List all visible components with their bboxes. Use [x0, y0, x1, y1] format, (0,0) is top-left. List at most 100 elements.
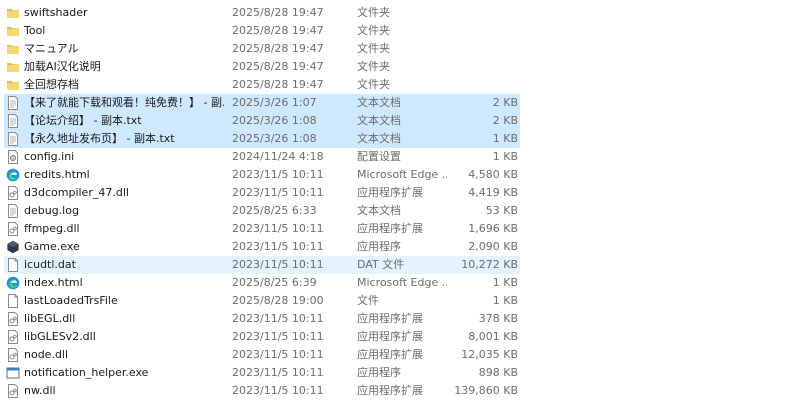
file-size: 2,090 KB: [468, 240, 518, 253]
file-name: 【来了就能下载和观看！纯免费！】 - 副...: [24, 96, 224, 109]
text-file-icon: [6, 132, 20, 146]
file-row[interactable]: Tool 2025/8/28 19:47 文件夹: [0, 22, 800, 40]
file-size: 8,001 KB: [468, 330, 518, 343]
file-name: swiftshader: [24, 6, 88, 19]
file-name: 【论坛介绍】 - 副本.txt: [24, 114, 142, 127]
file-row[interactable]: ffmpeg.dll 2023/11/5 10:11 应用程序扩展 1,696 KB: [0, 220, 800, 238]
file-type: 应用程序扩展: [357, 222, 423, 235]
file-size: 4,580 KB: [468, 168, 518, 181]
file-date-modified: 2025/8/28 19:47: [232, 24, 324, 37]
file-row[interactable]: Game.exe 2023/11/5 10:11 应用程序 2,090 KB: [0, 238, 800, 256]
file-row[interactable]: 【来了就能下载和观看！纯免费！】 - 副... 2025/3/26 1:07 文本文…: [0, 94, 800, 112]
dll-file-icon: [6, 186, 20, 200]
file-row[interactable]: libEGL.dll 2023/11/5 10:11 应用程序扩展 378 KB: [0, 310, 800, 328]
file-row[interactable]: 【论坛介绍】 - 副本.txt 2025/3/26 1:08 文本文档 2 KB: [0, 112, 800, 130]
file-name: lastLoadedTrsFile: [24, 294, 118, 307]
file-size: [450, 58, 518, 76]
file-row[interactable]: マニュアル 2025/8/28 19:47 文件夹: [0, 40, 800, 58]
edge-icon: [6, 168, 20, 182]
file-row[interactable]: debug.log 2025/8/25 6:33 文本文档 53 KB: [0, 202, 800, 220]
file-row[interactable]: nw.dll 2023/11/5 10:11 应用程序扩展 139,860 KB: [0, 382, 800, 400]
file-size: 139,860 KB: [454, 384, 518, 397]
file-row[interactable]: 加载AI汉化说明 2025/8/28 19:47 文件夹: [0, 58, 800, 76]
file-type: 文件夹: [357, 60, 390, 73]
file-date-modified: 2023/11/5 10:11: [232, 348, 324, 361]
file-date-modified: 2025/8/28 19:00: [232, 294, 324, 307]
file-type: 应用程序: [357, 366, 401, 379]
file-date-modified: 2025/3/26 1:08: [232, 114, 317, 127]
file-name: config.ini: [24, 150, 75, 163]
file-date-modified: 2025/8/25 6:33: [232, 204, 317, 217]
file-name: 【永久地址发布页】 - 副本.txt: [24, 132, 175, 145]
file-icon: [6, 258, 20, 272]
file-row[interactable]: d3dcompiler_47.dll 2023/11/5 10:11 应用程序扩展 4…: [0, 184, 800, 202]
file-date-modified: 2025/3/26 1:07: [232, 96, 317, 109]
file-name: nw.dll: [24, 384, 56, 397]
file-list: swiftshader 2025/8/28 19:47 文件夹 Tool 2025/8/…: [0, 4, 800, 400]
file-date-modified: 2023/11/5 10:11: [232, 186, 324, 199]
file-name: Tool: [24, 24, 46, 37]
file-row[interactable]: credits.html 2023/11/5 10:11 Microsoft Edg…: [0, 166, 800, 184]
file-date-modified: 2025/8/28 19:47: [232, 60, 324, 73]
dll-file-icon: [6, 312, 20, 326]
file-type: 应用程序扩展: [357, 186, 423, 199]
file-name: 加载AI汉化说明: [24, 60, 101, 73]
file-size: 2 KB: [492, 96, 518, 109]
file-name: icudtl.dat: [24, 258, 76, 271]
file-type: 应用程序: [357, 240, 401, 253]
file-name: Game.exe: [24, 240, 80, 253]
file-size: [450, 40, 518, 58]
file-type: 文件夹: [357, 42, 390, 55]
file-size: 4,419 KB: [468, 186, 518, 199]
text-file-icon: [6, 114, 20, 128]
text-file-icon: [6, 96, 20, 110]
folder-icon: [6, 42, 20, 56]
file-size: 1 KB: [492, 294, 518, 307]
file-date-modified: 2023/11/5 10:11: [232, 222, 324, 235]
file-type: 文本文档: [357, 114, 401, 127]
file-date-modified: 2023/11/5 10:11: [232, 240, 324, 253]
file-row[interactable]: index.html 2025/8/25 6:39 Microsoft Edge .…: [0, 274, 800, 292]
file-date-modified: 2023/11/5 10:11: [232, 384, 324, 397]
file-date-modified: 2023/11/5 10:11: [232, 258, 324, 271]
file-type: Microsoft Edge ...: [357, 168, 447, 181]
file-name: libGLESv2.dll: [24, 330, 96, 343]
folder-icon: [6, 60, 20, 74]
text-file-icon: [6, 204, 20, 218]
dll-file-icon: [6, 222, 20, 236]
file-row[interactable]: icudtl.dat 2023/11/5 10:11 DAT 文件 10,272 KB: [0, 256, 800, 274]
file-name: d3dcompiler_47.dll: [24, 186, 129, 199]
file-row[interactable]: notification_helper.exe 2023/11/5 10:11 应用…: [0, 364, 800, 382]
file-type: 文件夹: [357, 78, 390, 91]
file-type: Microsoft Edge ...: [357, 276, 447, 289]
file-name: index.html: [24, 276, 83, 289]
file-type: 文件: [357, 294, 379, 307]
file-type: 应用程序扩展: [357, 330, 423, 343]
game-exe-icon: [6, 240, 20, 254]
file-row[interactable]: swiftshader 2025/8/28 19:47 文件夹: [0, 4, 800, 22]
config-file-icon: [6, 150, 20, 164]
file-name: credits.html: [24, 168, 90, 181]
file-type: 应用程序扩展: [357, 348, 423, 361]
file-size: 2 KB: [492, 114, 518, 127]
file-date-modified: 2023/11/5 10:11: [232, 330, 324, 343]
file-size: [450, 76, 518, 94]
file-size: 1 KB: [492, 276, 518, 289]
file-date-modified: 2023/11/5 10:11: [232, 312, 324, 325]
dll-file-icon: [6, 330, 20, 344]
file-date-modified: 2025/8/28 19:47: [232, 42, 324, 55]
file-date-modified: 2023/11/5 10:11: [232, 366, 324, 379]
file-row[interactable]: 全回想存档 2025/8/28 19:47 文件夹: [0, 76, 800, 94]
folder-icon: [6, 78, 20, 92]
file-row[interactable]: 【永久地址发布页】 - 副本.txt 2025/3/26 1:08 文本文档 1 KB: [0, 130, 800, 148]
folder-icon: [6, 6, 20, 20]
file-row[interactable]: config.ini 2024/11/24 4:18 配置设置 1 KB: [0, 148, 800, 166]
file-type: 应用程序扩展: [357, 312, 423, 325]
file-row[interactable]: node.dll 2023/11/5 10:11 应用程序扩展 12,035 KB: [0, 346, 800, 364]
file-icon: [6, 294, 20, 308]
file-size: 10,272 KB: [461, 258, 518, 271]
file-row[interactable]: lastLoadedTrsFile 2025/8/28 19:00 文件 1 KB: [0, 292, 800, 310]
file-date-modified: 2025/8/25 6:39: [232, 276, 317, 289]
file-row[interactable]: libGLESv2.dll 2023/11/5 10:11 应用程序扩展 8,001 …: [0, 328, 800, 346]
file-size: 1,696 KB: [468, 222, 518, 235]
